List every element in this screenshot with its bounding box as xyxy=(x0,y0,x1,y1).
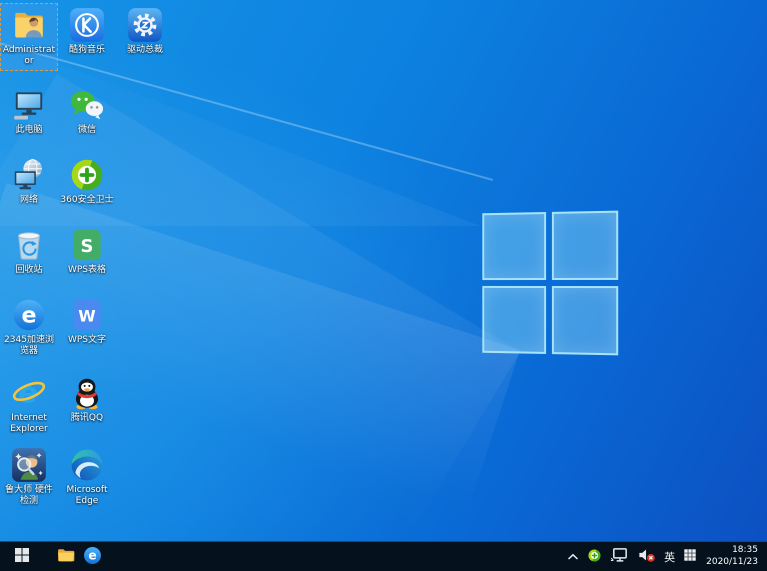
desktop-icon-grid: Administrator酷狗音乐驱动总裁此电脑微信网络360安全卫士回收站SW… xyxy=(0,0,767,541)
taskbar-2345-browser-button[interactable]: e xyxy=(79,542,106,571)
desktop-icon-label: Internet Explorer xyxy=(1,413,57,436)
system-tray: 英 18:35 2020/11/23 xyxy=(563,542,767,571)
svg-text:e: e xyxy=(18,377,37,410)
desktop-icon-label: Administrator xyxy=(1,45,57,68)
desktop-icon-network[interactable]: 网络 xyxy=(0,153,58,209)
desktop-icon-label: 360安全卫士 xyxy=(60,195,113,206)
desktop-icon-label: 驱动总裁 xyxy=(127,45,163,56)
driver-zongcai-icon xyxy=(126,6,164,44)
desktop-icon-label: 酷狗音乐 xyxy=(69,45,105,56)
tray-volume-button[interactable] xyxy=(633,542,660,571)
volume-muted-icon xyxy=(637,547,656,566)
desktop-icon-label: Microsoft Edge xyxy=(59,485,115,508)
file-explorer-icon xyxy=(55,545,77,568)
tencent-qq-icon xyxy=(68,374,106,412)
desktop-icon-kugou-music[interactable]: 酷狗音乐 xyxy=(58,3,116,59)
2345-browser-icon: e xyxy=(82,545,103,569)
clock-time: 18:35 xyxy=(732,545,758,557)
desktop-icon-recycle-bin[interactable]: 回收站 xyxy=(0,223,58,279)
desktop-icon-driver-zongcai[interactable]: 驱动总裁 xyxy=(116,3,174,59)
desktop-icon-wps-spreadsheet[interactable]: S WPS表格 xyxy=(58,223,116,279)
start-button[interactable] xyxy=(0,542,44,571)
desktop-icon-tencent-qq[interactable]: 腾讯QQ xyxy=(58,371,116,427)
ime-grid-icon xyxy=(683,548,697,565)
desktop-icon-label: 2345加速浏览器 xyxy=(1,335,57,358)
user-folder-icon xyxy=(10,6,48,44)
tray-360-safe-button[interactable] xyxy=(583,542,606,571)
desktop-icon-360-safe[interactable]: 360安全卫士 xyxy=(58,153,116,209)
360-safe-icon xyxy=(68,156,106,194)
desktop-icon-this-pc[interactable]: 此电脑 xyxy=(0,83,58,139)
wechat-icon xyxy=(68,86,106,124)
desktop-icon-wps-writer[interactable]: W WPS文字 xyxy=(58,293,116,349)
desktop-icon-label: 微信 xyxy=(78,125,96,136)
desktop-icon-microsoft-edge[interactable]: Microsoft Edge xyxy=(58,443,116,511)
360-safe-icon xyxy=(587,548,602,566)
desktop-icon-label: 网络 xyxy=(20,195,38,206)
desktop-icon-label: 鲁大师 硬件检测 xyxy=(1,485,57,508)
network-icon xyxy=(10,156,48,194)
tray-language-indicator[interactable]: 英 xyxy=(660,542,679,571)
tray-network-button[interactable] xyxy=(606,542,633,571)
desktop-icon-user-folder[interactable]: Administrator xyxy=(0,3,58,71)
taskbar-file-explorer-button[interactable] xyxy=(52,542,79,571)
recycle-bin-icon xyxy=(10,226,48,264)
ludashi-hardware-icon xyxy=(10,446,48,484)
windows-desktop: Administrator酷狗音乐驱动总裁此电脑微信网络360安全卫士回收站SW… xyxy=(0,0,767,571)
desktop-icon-label: WPS文字 xyxy=(68,335,106,346)
internet-explorer-icon: e xyxy=(10,374,48,412)
svg-text:W: W xyxy=(78,306,95,325)
desktop-icon-internet-explorer[interactable]: e Internet Explorer xyxy=(0,371,58,439)
wps-spreadsheet-icon: S xyxy=(68,226,106,264)
svg-text:e: e xyxy=(88,548,96,562)
desktop-icon-label: WPS表格 xyxy=(68,265,106,276)
tray-hidden-icons-chevron[interactable] xyxy=(563,542,583,571)
svg-text:e: e xyxy=(21,302,36,328)
desktop-icon-ludashi-hardware[interactable]: 鲁大师 硬件检测 xyxy=(0,443,58,511)
tray-clock[interactable]: 18:35 2020/11/23 xyxy=(701,545,765,568)
chevron-up-icon xyxy=(567,549,579,564)
desktop-icon-label: 回收站 xyxy=(15,265,42,276)
svg-text:S: S xyxy=(81,236,94,257)
clock-date: 2020/11/23 xyxy=(706,557,758,569)
desktop-icon-2345-browser[interactable]: e 2345加速浏览器 xyxy=(0,293,58,361)
kugou-music-icon xyxy=(68,6,106,44)
taskbar-left: e xyxy=(0,542,106,571)
network-ethernet-icon xyxy=(610,547,629,566)
wps-writer-icon: W xyxy=(68,296,106,334)
2345-browser-icon: e xyxy=(10,296,48,334)
desktop-icon-wechat[interactable]: 微信 xyxy=(58,83,116,139)
this-pc-icon xyxy=(10,86,48,124)
taskbar: e xyxy=(0,541,767,571)
microsoft-edge-icon xyxy=(68,446,106,484)
windows-start-icon xyxy=(14,547,30,566)
tray-ime-keyboard-button[interactable] xyxy=(679,542,701,571)
desktop-icon-label: 此电脑 xyxy=(15,125,42,136)
desktop-icon-label: 腾讯QQ xyxy=(71,413,103,424)
